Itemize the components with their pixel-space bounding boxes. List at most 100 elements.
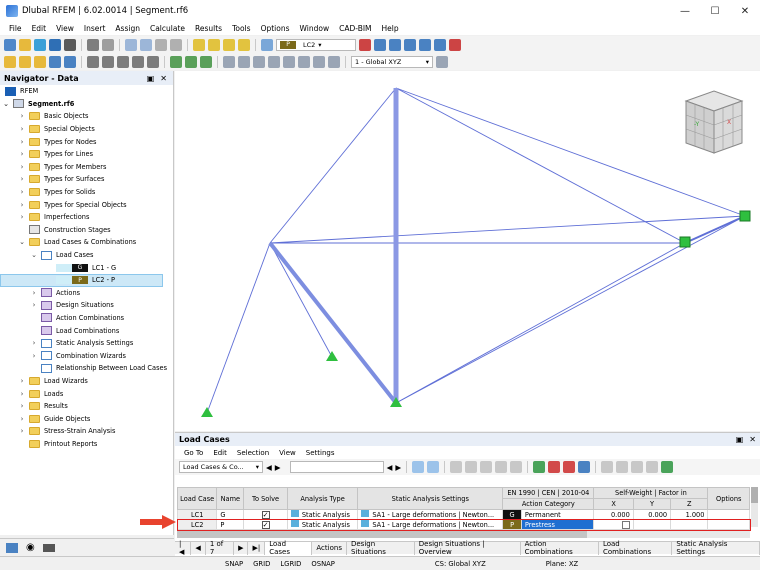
menu-results[interactable]: Results: [190, 24, 227, 33]
expand-icon[interactable]: ›: [18, 188, 26, 196]
tab-load-cases[interactable]: Load Cases: [265, 540, 313, 556]
menu-calculate[interactable]: Calculate: [145, 24, 190, 33]
model-view[interactable]: -Y X: [175, 71, 760, 431]
tree-item-types-for-lines[interactable]: › Types for Lines: [0, 148, 173, 161]
cell-name[interactable]: P: [216, 519, 245, 530]
status-lgrid[interactable]: LGRID: [275, 560, 306, 568]
load-icon[interactable]: [170, 55, 182, 68]
grid-icon[interactable]: [436, 55, 448, 68]
target-icon[interactable]: [223, 38, 235, 51]
cell-static-settings[interactable]: SA1 - Large deformations | Newton...: [357, 519, 504, 530]
tree-item-static-analysis-settings[interactable]: › Static Analysis Settings: [0, 337, 173, 350]
expand-icon[interactable]: ›: [18, 201, 26, 209]
cell-action-category[interactable]: Prestress: [520, 519, 595, 530]
tree-item-types-for-surfaces[interactable]: › Types for Surfaces: [0, 173, 173, 186]
mirror-icon[interactable]: [147, 55, 159, 68]
wireframe-icon[interactable]: [298, 55, 310, 68]
maximize-button[interactable]: ☐: [700, 0, 730, 22]
decimals-icon[interactable]: [661, 461, 674, 473]
filter-icon[interactable]: [374, 38, 386, 51]
tree-item-construction-stages[interactable]: Construction Stages: [0, 224, 173, 237]
table-category-select[interactable]: Load Cases & Co... ▾: [179, 461, 263, 473]
expand-icon[interactable]: ›: [18, 415, 26, 423]
expand-icon[interactable]: ›: [30, 352, 38, 360]
table-icon[interactable]: [155, 38, 167, 51]
display-icon[interactable]: [601, 461, 614, 473]
table-row[interactable]: LC1 G ✓ Static Analysis SA1 - Large defo…: [176, 509, 750, 520]
member-icon[interactable]: [34, 55, 46, 68]
tree-item-stress-strain[interactable]: › Stress-Strain Analysis: [0, 425, 173, 438]
edit-formula-icon[interactable]: [646, 461, 659, 473]
collapse-icon[interactable]: ⌄: [2, 100, 10, 108]
cloud-icon[interactable]: [34, 38, 46, 51]
tree-item-action-combinations[interactable]: Action Combinations: [0, 312, 173, 325]
zoom-all-icon[interactable]: [283, 55, 295, 68]
tree-root[interactable]: RFEM: [0, 85, 173, 98]
rotate-icon[interactable]: [132, 55, 144, 68]
cell-analysis-type[interactable]: Static Analysis: [286, 519, 359, 530]
pin-icon[interactable]: ▣: [736, 435, 744, 444]
isometric-icon[interactable]: [268, 55, 280, 68]
menu-insert[interactable]: Insert: [79, 24, 111, 33]
tree-item-types-for-solids[interactable]: › Types for Solids: [0, 186, 173, 199]
insert-row-icon[interactable]: [450, 461, 463, 473]
to-solve-checkbox[interactable]: ✓: [261, 520, 270, 529]
expand-icon[interactable]: ›: [18, 163, 26, 171]
expand-icon[interactable]: ›: [18, 213, 26, 221]
to-solve-checkbox[interactable]: ✓: [261, 510, 270, 519]
tree-item-combination-wizards[interactable]: › Combination Wizards: [0, 349, 173, 362]
tree-item-special-objects[interactable]: › Special Objects: [0, 123, 173, 136]
cell-name[interactable]: G: [216, 509, 245, 520]
cell-x[interactable]: [593, 519, 634, 530]
tab-load-combinations[interactable]: Load Combinations: [599, 540, 673, 556]
copy-row-icon[interactable]: [465, 461, 478, 473]
camera-icon[interactable]: [42, 543, 55, 552]
self-weight-checkbox[interactable]: [621, 520, 630, 529]
member-load-icon[interactable]: [185, 55, 197, 68]
export-icon[interactable]: [563, 461, 576, 473]
tree-item-results[interactable]: › Results: [0, 400, 173, 413]
tree-item-types-for-special-objects[interactable]: › Types for Special Objects: [0, 198, 173, 211]
view-y-icon[interactable]: [238, 55, 250, 68]
swap-icon[interactable]: [578, 461, 591, 473]
expand-icon[interactable]: ›: [18, 377, 26, 385]
view-mode-icon[interactable]: [125, 38, 137, 51]
minimize-button[interactable]: —: [670, 0, 700, 22]
prev-table-icon[interactable]: ◀: [266, 463, 272, 472]
expand-icon[interactable]: ›: [30, 289, 38, 297]
panel-menu-goto[interactable]: Go To: [179, 449, 208, 457]
expand-icon[interactable]: ›: [18, 427, 26, 435]
menu-options[interactable]: Options: [256, 24, 295, 33]
undo-icon[interactable]: [87, 38, 99, 51]
collapse-icon[interactable]: ⌄: [30, 251, 38, 259]
transparency-icon[interactable]: [328, 55, 340, 68]
prev-page-icon[interactable]: ◀: [191, 541, 206, 555]
cell-lc[interactable]: LC1: [176, 509, 218, 520]
menu-help[interactable]: Help: [377, 24, 404, 33]
sort-icon[interactable]: [495, 461, 508, 473]
close-icon[interactable]: ✕: [160, 74, 167, 83]
coordinate-system-selector[interactable]: 1 - Global XYZ ▾: [351, 55, 433, 68]
expand-icon[interactable]: ›: [18, 390, 26, 398]
tree-item-types-for-members[interactable]: › Types for Members: [0, 161, 173, 174]
print-icon[interactable]: [64, 38, 76, 51]
cell-options[interactable]: [707, 509, 750, 520]
tree-item-basic-objects[interactable]: › Basic Objects: [0, 110, 173, 123]
menu-file[interactable]: File: [4, 24, 27, 33]
status-grid[interactable]: GRID: [248, 560, 275, 568]
filter-icon[interactable]: [427, 461, 440, 473]
abc-icon[interactable]: [616, 461, 629, 473]
status-snap[interactable]: SNAP: [220, 560, 248, 568]
report-icon[interactable]: [170, 38, 182, 51]
tree-item-actions[interactable]: › Actions: [0, 287, 173, 300]
menu-cad-bim[interactable]: CAD-BIM: [334, 24, 376, 33]
tree-item-relationship[interactable]: Relationship Between Load Cases: [0, 362, 173, 375]
next-page-icon[interactable]: ▶: [234, 541, 249, 555]
cell-static-settings[interactable]: SA1 - Large deformations | Newton...: [357, 509, 504, 520]
tree-model[interactable]: ⌄ Segment.rf6: [0, 98, 173, 111]
tree-item-imperfections[interactable]: › Imperfections: [0, 211, 173, 224]
display-icon[interactable]: [389, 38, 401, 51]
tree-item-types-for-nodes[interactable]: › Types for Nodes: [0, 135, 173, 148]
expand-icon[interactable]: ›: [18, 125, 26, 133]
view-x-icon[interactable]: [223, 55, 235, 68]
